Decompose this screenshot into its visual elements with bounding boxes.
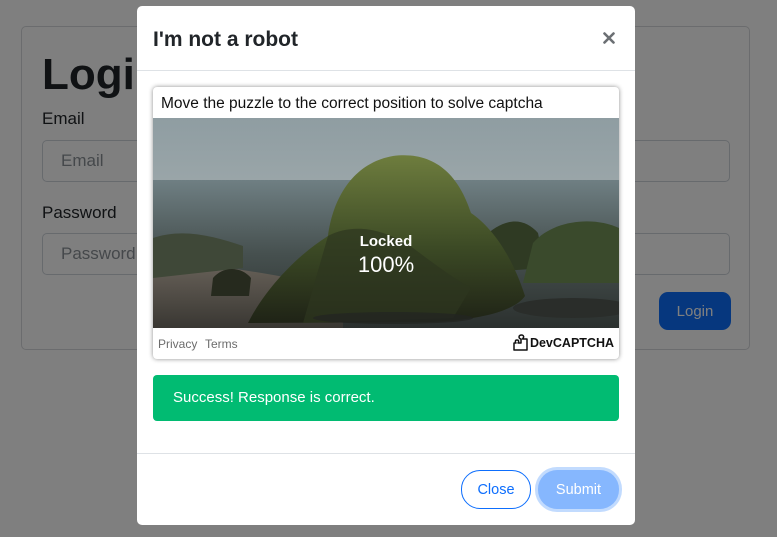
captcha-puzzle-image[interactable]: Locked 100% xyxy=(153,118,619,328)
success-alert: Success! Response is correct. xyxy=(153,375,619,421)
close-icon xyxy=(603,32,615,44)
puzzle-piece-icon xyxy=(513,334,528,351)
close-button[interactable]: Close xyxy=(461,470,531,509)
modal-header: I'm not a robot xyxy=(137,6,635,71)
devcaptcha-brand: DevCAPTCHA xyxy=(529,336,614,350)
captcha-footer: Privacy Terms DevCAPTCHA xyxy=(153,328,619,359)
captcha-modal: I'm not a robot Move the puzzle to the c… xyxy=(137,6,635,525)
modal-title: I'm not a robot xyxy=(153,28,298,51)
privacy-link[interactable]: Privacy xyxy=(158,337,197,351)
modal-close-button[interactable] xyxy=(595,24,623,52)
modal-footer: Close Submit xyxy=(137,453,635,525)
captcha-progress: 100% xyxy=(357,252,415,277)
terms-link[interactable]: Terms xyxy=(205,337,238,351)
devcaptcha-logo[interactable]: DevCAPTCHA xyxy=(512,333,614,353)
submit-button[interactable]: Submit xyxy=(538,470,619,509)
captcha-widget: Move the puzzle to the correct position … xyxy=(153,87,619,359)
captcha-instruction: Move the puzzle to the correct position … xyxy=(161,95,543,112)
captcha-status: Locked xyxy=(359,233,413,250)
